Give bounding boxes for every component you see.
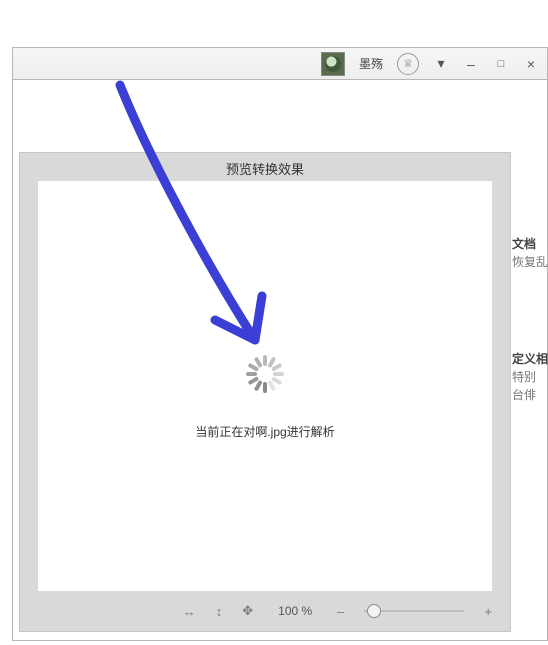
maximize-button[interactable]: □ bbox=[493, 58, 509, 70]
dropdown-icon[interactable]: ▾ bbox=[433, 55, 449, 72]
loading-spinner-icon bbox=[245, 354, 285, 394]
preview-canvas: 当前正在对啊.jpg进行解析 bbox=[38, 181, 492, 591]
close-button[interactable]: × bbox=[523, 56, 539, 72]
preview-toolbar: ↔ ↕ ✥ 100 % – + bbox=[38, 597, 492, 625]
user-avatar[interactable] bbox=[321, 52, 345, 76]
window-client-area: 预览转换效果 当前正在对啊.jpg进行解析 ↔ ↕ ✥ 100 % – bbox=[12, 79, 548, 641]
move-tool-button[interactable]: ✥ bbox=[242, 603, 253, 619]
pan-horizontal-button[interactable]: ↔ bbox=[183, 604, 196, 619]
loading-status-text: 当前正在对啊.jpg进行解析 bbox=[38, 423, 492, 440]
zoom-in-button[interactable]: + bbox=[484, 604, 492, 619]
zoom-level-text: 100 % bbox=[273, 604, 317, 618]
zoom-out-button[interactable]: – bbox=[337, 604, 344, 619]
pan-vertical-button[interactable]: ↕ bbox=[216, 604, 223, 619]
minimize-button[interactable]: – bbox=[463, 56, 479, 72]
side-fragment-2: 定义相 特别 台俳 bbox=[512, 350, 548, 404]
preview-panel: 预览转换效果 当前正在对啊.jpg进行解析 ↔ ↕ ✥ 100 % – bbox=[19, 152, 511, 632]
zoom-slider[interactable] bbox=[364, 604, 464, 618]
username-label: 墨殇 bbox=[359, 55, 383, 72]
window-titlebar: 墨殇 ♕ ▾ – □ × bbox=[12, 47, 548, 79]
side-fragment-1: 文档 恢复乱 bbox=[512, 235, 548, 271]
crown-icon[interactable]: ♕ bbox=[397, 53, 419, 75]
